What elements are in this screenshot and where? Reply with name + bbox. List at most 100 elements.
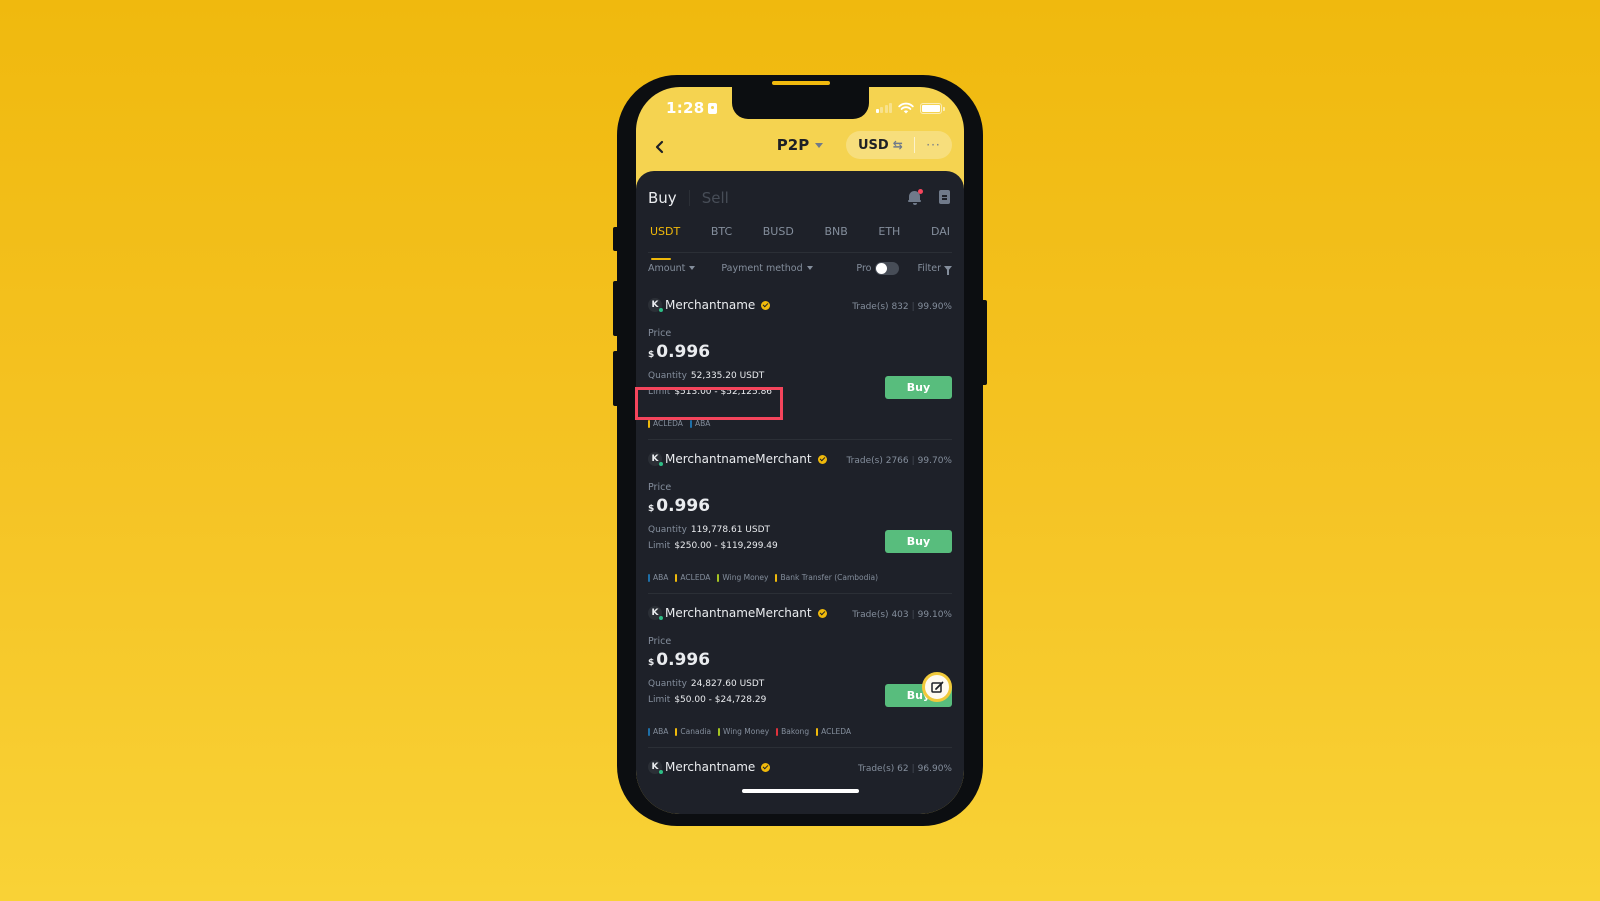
quantity: Quantity 24,827.60 USDT	[648, 679, 764, 689]
quantity-label: Quantity	[648, 371, 687, 381]
method-color-bar	[648, 727, 650, 736]
merchant-stats: Trade(s) 832 | 99.90%	[852, 302, 952, 312]
method-name: Wing Money	[723, 727, 770, 736]
app-screen: 1:28 P2P USD ⇆ ··· Buy Sell USDT BTC BUS…	[636, 87, 964, 814]
notification-bell-icon[interactable]	[908, 189, 923, 205]
trades-label: Trade(s)	[846, 456, 883, 466]
filter-button[interactable]: Filter	[917, 262, 952, 275]
quantity-value: 119,778.61 USDT	[690, 525, 771, 535]
funnel-icon	[944, 265, 952, 275]
tab-eth[interactable]: ETH	[876, 223, 902, 252]
trades-label: Trade(s)	[857, 764, 895, 774]
wifi-icon	[898, 102, 914, 114]
payment-method-tag: ABA	[648, 727, 668, 736]
limit-label: Limit	[648, 695, 671, 705]
price-label: Price	[648, 328, 672, 339]
buy-button[interactable]: Buy	[885, 530, 952, 553]
completion-rate: 99.90%	[917, 302, 952, 312]
completion-rate: 96.90%	[917, 764, 952, 774]
trades-count: 2766	[885, 456, 909, 466]
tab-buy[interactable]: Buy	[648, 189, 677, 207]
currency-switch-button[interactable]: USD ⇆	[846, 138, 914, 153]
pro-label: Pro	[856, 262, 872, 274]
pro-toggle[interactable]	[875, 261, 900, 275]
completion-rate: 99.70%	[917, 456, 952, 466]
merchant-name: Merchantname	[665, 298, 756, 312]
quantity-value: 52,335.20 USDT	[690, 371, 765, 381]
method-color-bar	[675, 573, 678, 582]
notification-dot	[918, 189, 923, 194]
cellular-signal-icon	[875, 103, 892, 113]
contact-card-icon	[707, 103, 717, 114]
limit-highlight-annotation	[635, 387, 783, 420]
payment-method-tag: ABA	[648, 573, 668, 582]
merchant-info[interactable]: K Merchantname	[648, 760, 771, 774]
payment-method-dropdown[interactable]: Payment method	[721, 262, 813, 274]
payment-method-tag: Wing Money	[717, 573, 768, 582]
limit: Limit $250.00 - $119,299.49	[648, 541, 778, 551]
merchant-stats: Trade(s) 403 | 99.10%	[852, 610, 952, 620]
currency-symbol: $	[648, 350, 655, 360]
method-color-bar	[776, 727, 779, 736]
payment-method-tag: ABA	[689, 419, 710, 428]
payment-method-tag: ACLEDA	[648, 419, 683, 428]
chevron-down-icon	[806, 266, 813, 270]
status-icons	[875, 102, 945, 114]
orders-document-icon[interactable]	[939, 190, 950, 204]
merchant-name: MerchantnameMerchant	[665, 452, 812, 466]
edit-icon	[930, 681, 943, 693]
merchant-avatar: K	[648, 606, 663, 620]
floating-edit-button[interactable]	[922, 672, 952, 702]
tab-sell[interactable]: Sell	[702, 189, 729, 207]
merchant-stats: Trade(s) 62 | 96.90%	[857, 764, 952, 774]
merchant-info[interactable]: K MerchantnameMerchant	[648, 452, 827, 466]
swap-icon: ⇆	[892, 138, 903, 152]
pro-toggle-group: Pro	[856, 261, 900, 275]
price: $0.996	[648, 650, 710, 670]
method-name: Bank Transfer (Cambodia)	[780, 573, 879, 582]
home-indicator[interactable]	[742, 789, 859, 793]
price-label: Price	[648, 636, 672, 647]
verified-badge-icon	[817, 454, 827, 464]
quantity-label: Quantity	[648, 679, 687, 689]
ad-listing: K MerchantnameMerchant Trade(s) 2766 | 99.…	[648, 440, 952, 594]
p2p-panel: Buy Sell USDT BTC BUSD BNB ETH DAI Amoun…	[636, 171, 964, 814]
method-color-bar	[717, 573, 720, 582]
tab-usdt[interactable]: USDT	[648, 223, 682, 260]
amount-dropdown[interactable]: Amount	[648, 263, 696, 274]
buy-sell-tabs: Buy Sell	[648, 189, 729, 207]
trades-label: Trade(s)	[852, 302, 889, 312]
method-name: ABA	[653, 727, 669, 736]
merchant-info[interactable]: K Merchantname	[648, 298, 771, 312]
method-color-bar	[648, 419, 650, 428]
price-value: 0.996	[656, 496, 711, 516]
payment-methods: ABA Canadia Wing Money Bakong ACLEDA	[648, 727, 851, 736]
tab-bnb[interactable]: BNB	[822, 223, 849, 252]
method-color-bar	[816, 727, 819, 736]
tab-btc[interactable]: BTC	[709, 223, 734, 252]
quantity: Quantity 119,778.61 USDT	[648, 525, 770, 535]
payment-method-label: Payment method	[721, 262, 803, 274]
verified-badge-icon	[817, 608, 827, 618]
more-options-button[interactable]: ···	[915, 138, 952, 152]
limit-value: $250.00 - $119,299.49	[674, 541, 778, 551]
price: $0.996	[648, 496, 710, 516]
method-name: ABA	[653, 573, 669, 582]
method-name: ACLEDA	[821, 727, 852, 736]
ad-listing: K Merchantname Trade(s) 62 | 96.90%	[648, 748, 952, 814]
payment-method-tag: Bank Transfer (Cambodia)	[775, 573, 878, 582]
top-nav: P2P USD ⇆ ···	[636, 127, 964, 167]
method-name: ACLEDA	[680, 573, 711, 582]
payment-method-tag: Canadia	[675, 727, 711, 736]
tab-dai[interactable]: DAI	[929, 223, 952, 252]
nav-actions-pill: USD ⇆ ···	[846, 131, 952, 159]
battery-icon	[920, 102, 945, 114]
price-value: 0.996	[656, 650, 711, 670]
quantity-label: Quantity	[648, 525, 687, 535]
merchant-info[interactable]: K MerchantnameMerchant	[648, 606, 827, 620]
volume-down-button	[613, 351, 619, 406]
filter-label: Filter	[917, 262, 941, 274]
tab-busd[interactable]: BUSD	[761, 223, 796, 252]
buy-button[interactable]: Buy	[885, 376, 952, 399]
chevron-down-icon	[689, 266, 696, 270]
